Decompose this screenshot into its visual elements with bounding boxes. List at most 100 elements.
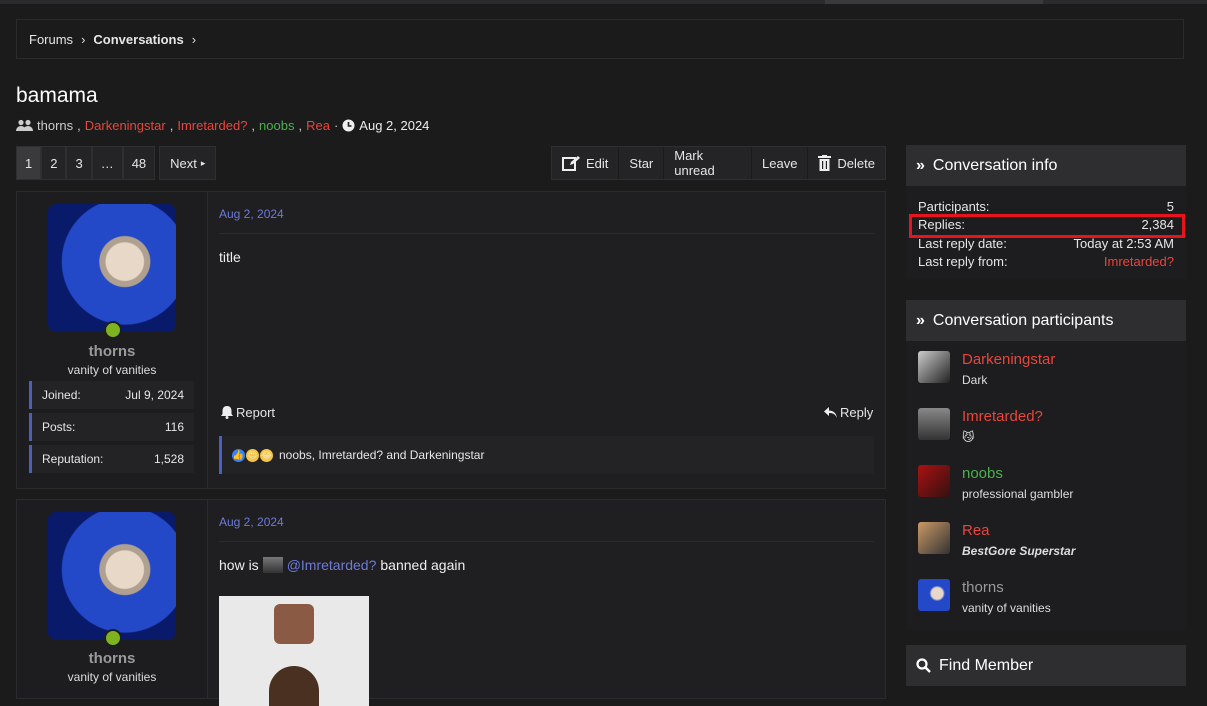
user-stat-joined: Joined: Jul 9, 2024 [29,381,194,409]
chevron-right-icon: › [81,31,86,47]
participant-title: vanity of vanities [962,601,1051,615]
participant-item: Imretarded? 😼 [906,402,1186,459]
stat-label: Joined: [42,388,81,402]
top-bar-segment [825,0,917,4]
message-date[interactable]: Aug 2, 2024 [219,207,284,221]
message-text-suffix: banned again [380,557,466,573]
conversation-info-header: » Conversation info [906,145,1186,186]
username[interactable]: thorns [17,650,207,667]
leave-button[interactable]: Leave [752,147,809,179]
info-value[interactable]: Imretarded? [1104,254,1174,269]
stat-value: 1,528 [153,452,184,466]
star-button[interactable]: Star [619,147,665,179]
info-row-last-reply-from: Last reply from: Imretarded? [906,253,1186,272]
participant-name[interactable]: Rea [962,522,990,539]
separator-dot: · [333,118,339,133]
info-label: Last reply from: [918,254,1008,270]
bell-icon [221,406,233,419]
participant-name[interactable]: Imretarded? [962,408,1043,425]
page-link-48[interactable]: 48 [122,146,156,180]
reply-icon [824,407,837,418]
avatar[interactable] [918,408,950,440]
edit-label: Edit [586,155,609,171]
participant-item: Darkeningstar Dark [906,345,1186,402]
participant-title: professional gambler [962,487,1074,501]
caret-right-icon: ▸ [200,157,206,168]
page-link-3[interactable]: 3 [66,146,92,180]
conversation-date[interactable]: Aug 2, 2024 [359,118,429,133]
participants-list: Darkeningstar Dark Imretarded? 😼 noobs p… [906,341,1186,630]
pagination: 1 2 3 … 48 Next ▸ [16,146,217,180]
participant-link-imretarded[interactable]: Imretarded? [177,118,247,133]
highlight-box [909,214,1185,238]
attached-image[interactable] [219,596,369,706]
reply-link[interactable]: Reply [824,405,873,420]
laugh-icon: 😂 [260,448,273,462]
top-bar [0,0,1207,4]
info-value: 5 [1166,198,1174,214]
double-chevron-icon: » [916,156,925,174]
conversation-actions: Edit Star Mark unread Leave Delete [551,146,886,180]
avatar[interactable] [918,465,950,497]
edit-button[interactable]: Edit [552,147,620,179]
reactions-text: noobs, Imretarded? and Darkeningstar [279,448,485,462]
delete-label: Delete [837,155,875,171]
participant-link-thorns[interactable]: thorns [37,118,73,133]
user-stat-reputation: Reputation: 1,528 [29,445,194,473]
report-label: Report [236,405,276,420]
page-title: bamama [16,84,98,107]
participant-link-darkeningstar[interactable]: Darkeningstar [85,118,166,133]
message-body: how is @Imretarded? banned again [219,557,465,573]
trash-icon [818,155,832,171]
breadcrumb-forums-link[interactable]: Forums [29,32,73,47]
conversation-info-heading: Conversation info [932,156,1058,174]
message-text-prefix: how is [219,557,259,573]
stat-label: Reputation: [42,452,104,466]
double-chevron-icon: » [916,311,925,329]
stat-value: Jul 9, 2024 [125,388,184,402]
page-link-2[interactable]: 2 [41,146,67,180]
info-label: Last reply date: [918,235,1007,251]
message-user-panel: thorns vanity of vanities Joined: Jul 9,… [17,192,208,488]
user-mention-link[interactable]: @Imretarded? [287,557,377,573]
divider [219,541,874,542]
find-member-header: Find Member [906,645,1186,686]
participant-link-rea[interactable]: Rea [306,118,330,133]
avatar[interactable] [918,351,950,383]
breadcrumb-conversations-link[interactable]: Conversations [93,32,183,47]
message-body: title [219,249,241,265]
message-user-panel: thorns vanity of vanities [17,500,208,698]
conversation-meta: thorns, Darkeningstar, Imretarded?, noob… [16,118,429,133]
reactions-bar[interactable]: 👍 😍 😂 noobs, Imretarded? and Darkeningst… [219,436,874,474]
participant-name[interactable]: noobs [962,465,1003,482]
avatar[interactable] [918,579,950,611]
participant-name[interactable]: thorns [962,579,1004,596]
search-icon [916,658,931,673]
reaction-icons: 👍 😍 😂 [232,448,273,462]
info-value[interactable]: Today at 2:53 AM [1074,236,1174,251]
avatar[interactable] [918,522,950,554]
page-ellipsis[interactable]: … [91,146,123,180]
stat-label: Posts: [42,420,76,434]
page-link-1[interactable]: 1 [16,146,42,180]
message-date[interactable]: Aug 2, 2024 [219,515,284,529]
avatar[interactable] [48,204,176,332]
participant-title: BestGore Superstar [962,544,1076,558]
report-link[interactable]: Report [221,405,275,420]
participant-link-noobs[interactable]: noobs [259,118,294,133]
mark-unread-button[interactable]: Mark unread [664,147,752,179]
participant-item: Rea BestGore Superstar [906,516,1186,573]
next-label: Next [170,155,197,171]
username[interactable]: thorns [17,343,207,360]
participants-header: » Conversation participants [906,300,1186,341]
delete-button[interactable]: Delete [808,147,885,179]
next-page-button[interactable]: Next ▸ [159,146,217,180]
online-indicator [104,629,122,647]
find-member-heading: Find Member [939,656,1034,674]
find-member-block: Find Member [906,645,1186,686]
message-post: thorns vanity of vanities Aug 2, 2024 ho… [16,499,886,706]
participant-name[interactable]: Darkeningstar [962,351,1055,368]
online-indicator [104,321,122,339]
avatar[interactable] [48,512,176,640]
like-icon: 👍 [232,448,245,462]
